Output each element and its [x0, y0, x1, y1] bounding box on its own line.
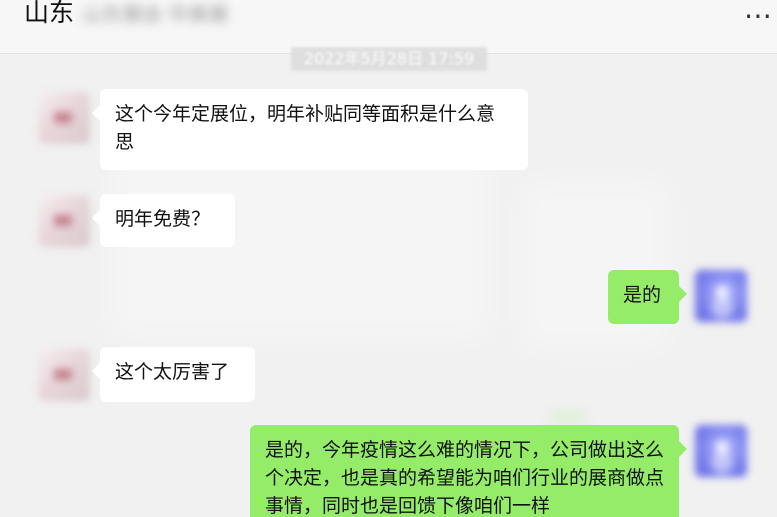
- message-text: 这个今年定展位，明年补贴同等面积是什么意思: [115, 103, 496, 153]
- contact-avatar[interactable]: [38, 195, 90, 247]
- chat-header: 山东 山东展会·华美展 ⋯: [0, 0, 777, 54]
- message-bubble[interactable]: 是的，今年疫情这么难的情况下，公司做出这么个决定，也是真的希望能为咱们行业的展商…: [250, 425, 687, 517]
- contact-avatar[interactable]: [38, 92, 90, 144]
- chat-title: 山东 山东展会·华美展: [24, 0, 228, 27]
- message-text: 是的，今年疫情这么难的情况下，公司做出这么个决定，也是真的希望能为咱们行业的展商…: [265, 439, 665, 517]
- chat-title-text: 山东: [24, 0, 75, 27]
- background-blur-right: [520, 180, 670, 350]
- chat-window: 山东 山东展会·华美展 ⋯ 2022年5月28日 17:59 这个今年定展位，明…: [0, 0, 777, 517]
- user-avatar[interactable]: [695, 270, 747, 322]
- message-timestamp: 2022年5月28日 17:59: [291, 47, 487, 71]
- more-dots-icon[interactable]: ⋯: [744, 2, 773, 30]
- user-avatar[interactable]: [695, 425, 747, 477]
- message-bubble[interactable]: 这个太厉害了: [92, 347, 255, 402]
- message-text: 是的: [623, 284, 662, 306]
- contact-avatar[interactable]: [38, 349, 90, 401]
- message-bubble[interactable]: 这个今年定展位，明年补贴同等面积是什么意思: [92, 89, 528, 170]
- chat-title-blurred: 山东展会·华美展: [82, 1, 229, 26]
- message-text: 这个太厉害了: [115, 361, 230, 383]
- message-bubble[interactable]: 明年免费？: [92, 194, 235, 247]
- blurred-green-fragment: [548, 410, 588, 424]
- message-bubble[interactable]: 是的: [608, 270, 687, 324]
- message-text: 明年免费？: [115, 208, 211, 230]
